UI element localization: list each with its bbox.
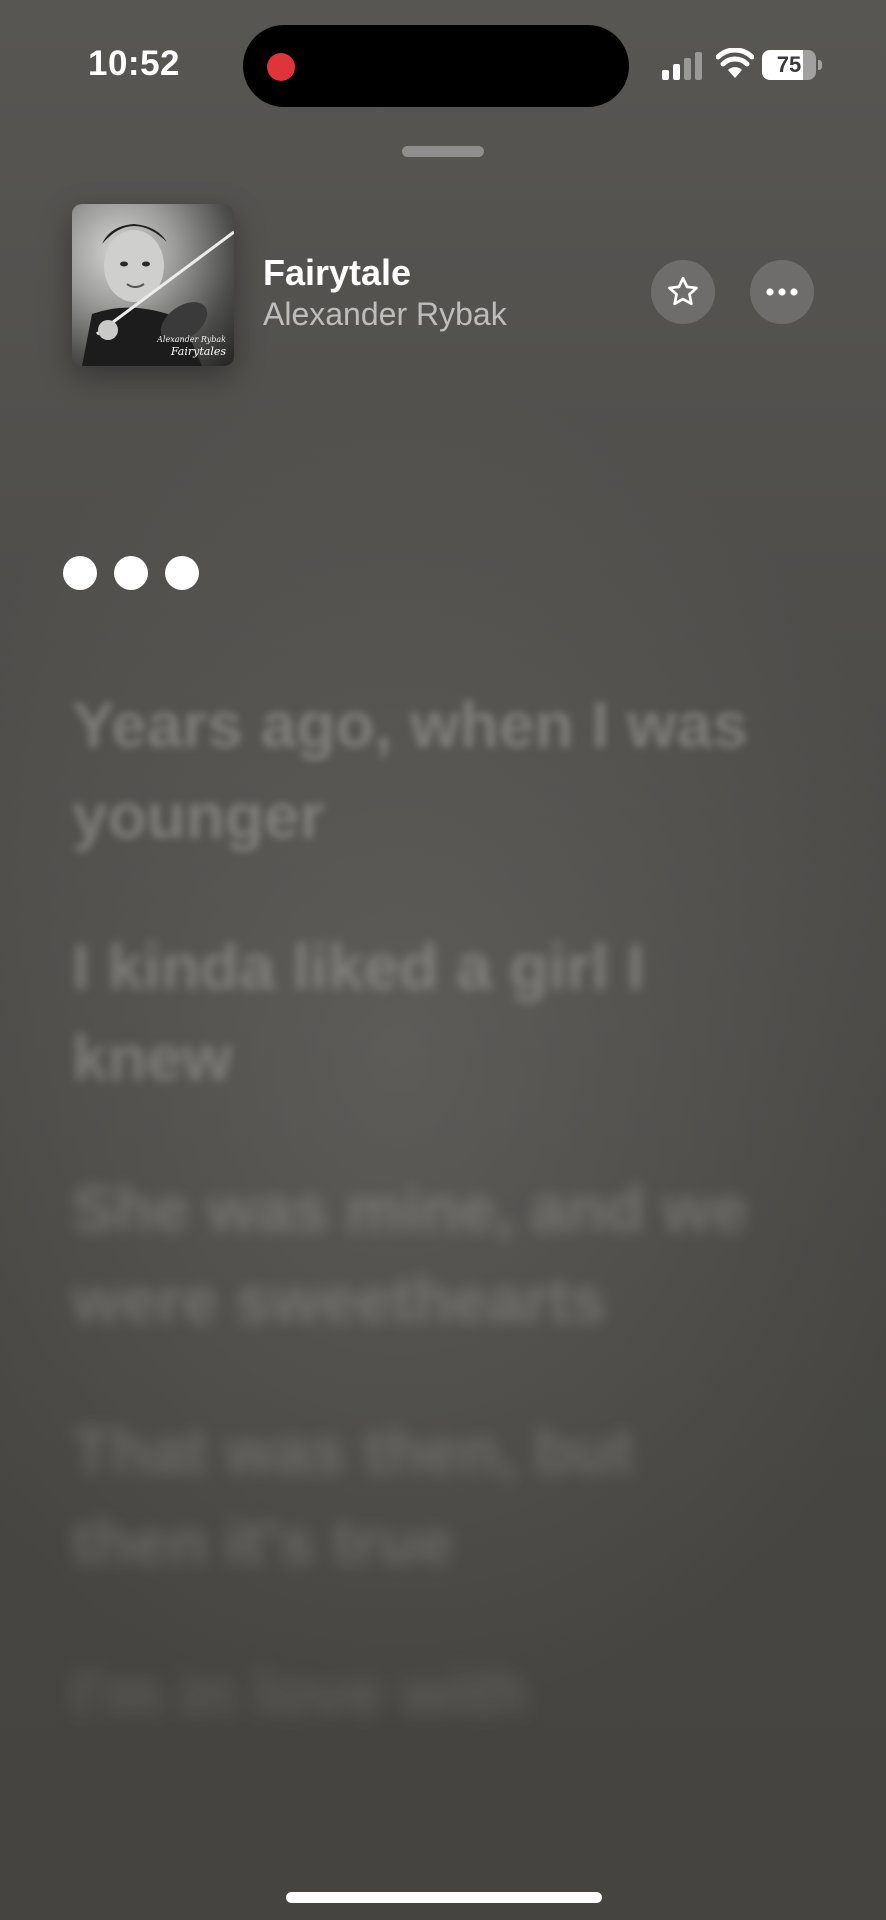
interlude-dot (114, 556, 148, 590)
dynamic-island[interactable] (243, 25, 629, 107)
battery-icon: 75 (762, 50, 822, 80)
lyric-line[interactable]: That was then, but then it's true (72, 1406, 762, 1588)
lyrics-list: Years ago, when I was younger I kinda li… (72, 680, 762, 1799)
lyric-line[interactable]: I'm in love with (72, 1648, 762, 1739)
cellular-signal-icon (662, 52, 702, 80)
status-time: 10:52 (88, 44, 181, 83)
ellipsis-icon (766, 288, 798, 296)
interlude-dot (165, 556, 199, 590)
home-indicator[interactable] (286, 1892, 602, 1903)
wifi-icon (716, 48, 754, 78)
album-artwork[interactable]: Alexander Rybak Fairytales (72, 204, 234, 366)
recording-indicator-icon (267, 53, 295, 81)
lyrics-screen: 10:52 75 Alexander Rybak Fairytales Fair… (0, 0, 886, 1920)
battery-level: 75 (776, 52, 802, 77)
favorite-button[interactable] (651, 260, 715, 324)
interlude-dot (63, 556, 97, 590)
song-artist[interactable]: Alexander Rybak (263, 296, 507, 333)
lyric-line[interactable]: She was mine, and we were sweethearts (72, 1164, 762, 1346)
album-art-artist: Alexander Rybak (157, 335, 226, 344)
song-title[interactable]: Fairytale (263, 252, 411, 294)
more-button[interactable] (750, 260, 814, 324)
lyric-line[interactable]: Years ago, when I was younger (72, 680, 762, 862)
lyric-line[interactable]: I kinda liked a girl I knew (72, 922, 762, 1104)
sheet-grabber[interactable] (402, 146, 484, 157)
star-icon (668, 276, 698, 306)
battery-body: 75 (762, 50, 816, 80)
album-art-title: Fairytales (170, 345, 226, 358)
battery-cap (818, 60, 822, 70)
